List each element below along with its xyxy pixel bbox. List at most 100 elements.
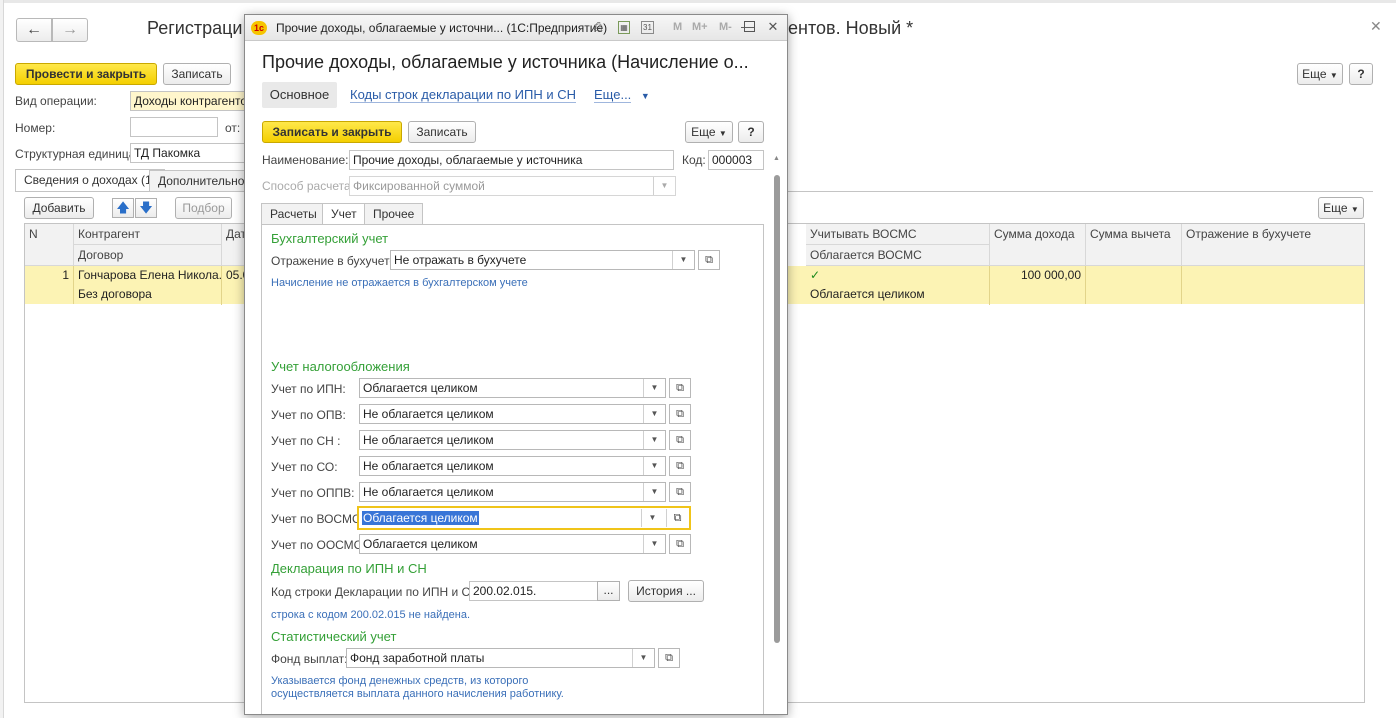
name-field[interactable]: Прочие доходы, облагаемые у источника [349,150,674,170]
chevron-down-icon[interactable]: ▼ [643,405,665,423]
calculator-icon[interactable]: ▦ [618,21,630,34]
col-contract[interactable]: Договор [74,245,222,266]
row-income[interactable]: 100 000,00 [990,266,1086,304]
col-vosms-sub[interactable]: Облагается ВОСМС [806,245,990,266]
pick-button[interactable]: Подбор [175,197,232,219]
chevron-down-icon[interactable]: ▼ [641,509,663,527]
chevron-down-icon[interactable]: ▼ [643,457,665,475]
open-icon[interactable]: ⧉ [698,250,720,270]
ipn-field[interactable]: Облагается целиком ▼ ⧉ [359,378,691,398]
nav-link-more[interactable]: Еще... [594,87,632,103]
open-icon[interactable]: ⧉ [658,648,680,668]
calendar-icon[interactable]: 31 [641,21,654,34]
history-button[interactable]: История ... [628,580,704,602]
chevron-down-icon[interactable]: ▼ [643,379,665,397]
arrow-left-icon: ← [26,21,42,38]
chevron-down-icon[interactable]: ▼ [643,483,665,501]
dialog-window-title: Прочие доходы, облагаемые у источни... (… [276,21,608,35]
dialog-save-button[interactable]: Записать [408,121,476,143]
oppv-value: Не облагается целиком [363,485,494,499]
nav-tab-main[interactable]: Основное [262,82,337,108]
declaration-section-title: Декларация по ИПН и СН [271,561,427,576]
col-income[interactable]: Сумма дохода [990,224,1086,266]
col-accounting[interactable]: Отражение в бухучете [1182,224,1364,266]
add-button[interactable]: Добавить [24,197,94,219]
row-deduction[interactable] [1086,266,1182,304]
close-icon[interactable]: ✕ [1370,18,1382,35]
tab-income-info[interactable]: Сведения о доходах (1) [15,169,165,192]
print-icon[interactable]: ⎙ [591,20,605,35]
memory-plus-button[interactable]: M+ [692,21,708,33]
fund-label: Фонд выплат: [271,652,348,666]
open-icon[interactable]: ⧉ [669,534,691,554]
tab-other[interactable]: Прочее [364,203,424,225]
row-vosms-sub[interactable]: Облагается целиком [806,285,990,305]
open-icon[interactable]: ⧉ [666,509,688,527]
nav-tab-declaration-codes[interactable]: Коды строк декларации по ИПН и СН [350,82,576,108]
maximize-icon[interactable] [744,21,755,32]
chevron-down-icon[interactable]: ▼ [643,431,665,449]
chevron-down-icon[interactable]: ▼ [643,535,665,553]
post-and-close-button[interactable]: Провести и закрыть [15,63,157,85]
col-date[interactable]: Дат [222,224,246,266]
oosms-field[interactable]: Облагается целиком ▼ ⧉ [359,534,691,554]
open-icon[interactable]: ⧉ [669,430,691,450]
row-date[interactable]: 05.0 [222,266,246,304]
grid-more-button[interactable]: Еще ▼ [1318,197,1364,219]
col-n[interactable]: N [25,224,74,266]
chevron-down-icon[interactable]: ▼ [632,649,654,667]
declaration-code-field[interactable]: 200.02.015. [469,581,598,601]
col-deduction[interactable]: Сумма вычета [1086,224,1182,266]
move-up-button[interactable]: 🡅 [112,198,134,218]
open-icon[interactable]: ⧉ [669,482,691,502]
nav-tab-more[interactable]: Еще... ▼ [594,82,650,108]
nav-link-declaration-codes[interactable]: Коды строк декларации по ИПН и СН [350,87,576,103]
vosms-field[interactable]: Облагается целиком ▼ ⧉ [357,506,691,530]
fund-field[interactable]: Фонд заработной платы ▼ ⧉ [346,648,680,668]
tab-additional[interactable]: Дополнительно [149,170,254,192]
unit-field[interactable]: ТД Пакомка [130,143,246,163]
more-button[interactable]: Еще ▼ [1297,63,1343,85]
number-field[interactable] [130,117,218,137]
memory-m-button[interactable]: M [673,21,682,33]
scroll-up-icon[interactable]: ▲ [773,155,780,162]
row-contractor[interactable]: Гончарова Елена Никола... [74,266,222,286]
dialog-scrollbar[interactable]: ▲ [773,155,781,710]
dialog-titlebar: 1c Прочие доходы, облагаемые у источни..… [245,15,787,41]
open-icon[interactable]: ⧉ [669,404,691,424]
accounting-field[interactable]: Не отражать в бухучете ▼ ⧉ [390,250,720,270]
save-and-close-button[interactable]: Записать и закрыть [262,121,402,143]
oppv-field[interactable]: Не облагается целиком ▼ ⧉ [359,482,691,502]
back-button[interactable]: ← [16,18,52,42]
operation-field[interactable]: Доходы контрагентов [130,91,246,111]
chevron-down-icon[interactable]: ▼ [653,177,675,195]
document-title-tail: ентов. Новый * [788,18,914,38]
col-vosms[interactable]: Учитывать ВОСМС [806,224,990,245]
chevron-down-icon[interactable]: ▼ [672,251,694,269]
col-contractor[interactable]: Контрагент [74,224,222,245]
open-icon[interactable]: ⧉ [669,378,691,398]
scroll-thumb[interactable] [774,175,780,643]
close-icon[interactable]: ✕ [766,19,780,34]
so-field[interactable]: Не облагается целиком ▼ ⧉ [359,456,691,476]
tab-accounting[interactable]: Учет [322,203,366,226]
calc-method-field[interactable]: Фиксированной суммой ▼ [349,176,676,196]
chevron-down-icon: ▼ [718,129,727,138]
row-accounting[interactable] [1182,266,1364,304]
vosms-label: Учет по ВОСМС: [271,512,364,526]
move-down-button[interactable]: 🡇 [135,198,157,218]
open-icon[interactable]: ⧉ [669,456,691,476]
dialog-help-button[interactable]: ? [738,121,764,143]
tab-calculations[interactable]: Расчеты [261,203,326,225]
sn-field[interactable]: Не облагается целиком ▼ ⧉ [359,430,691,450]
row-contract[interactable]: Без договора [74,285,222,305]
memory-minus-button[interactable]: M- [719,21,732,33]
code-field[interactable]: 000003 [708,150,764,170]
opv-field[interactable]: Не облагается целиком ▼ ⧉ [359,404,691,424]
declaration-choose-button[interactable]: ... [597,581,620,601]
save-button[interactable]: Записать [163,63,231,85]
vosms-checkbox[interactable]: ✓ [806,266,990,286]
help-button[interactable]: ? [1349,63,1373,85]
dialog-more-button[interactable]: Еще ▼ [685,121,733,143]
forward-button[interactable]: → [52,18,88,42]
